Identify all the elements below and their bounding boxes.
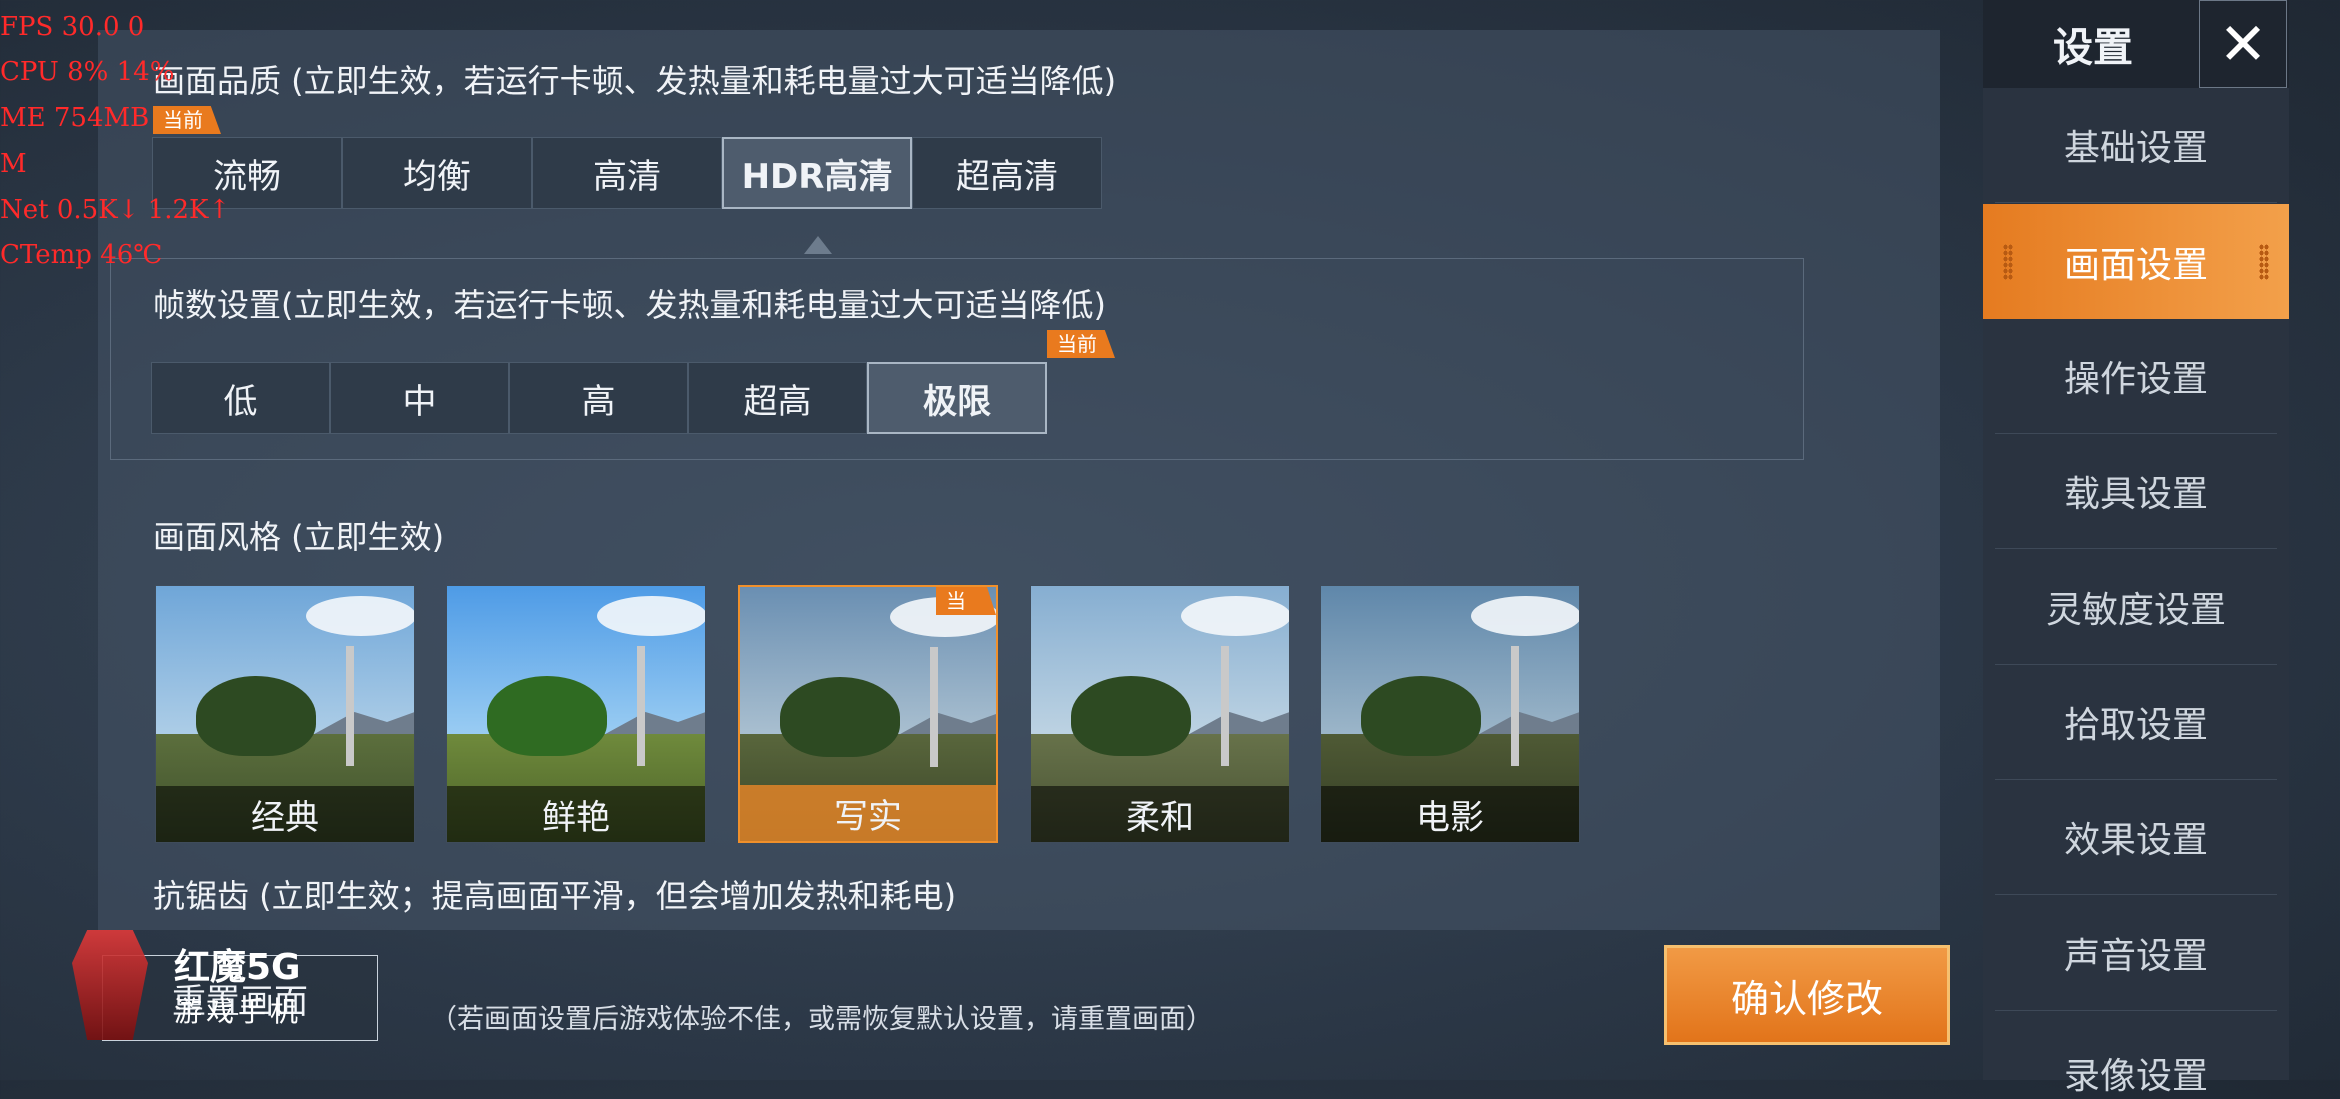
confirm-button[interactable]: 确认修改	[1664, 945, 1950, 1045]
preview-tree	[1361, 676, 1481, 756]
sidebar-item-effects[interactable]: 效果设置	[1995, 780, 2277, 895]
current-badge: 当前	[153, 106, 221, 134]
preview-tree	[196, 676, 316, 756]
style-card-realistic[interactable]: 写实 当前	[738, 585, 998, 843]
style-label: 电影	[1321, 786, 1579, 842]
sidebar-item-vehicle[interactable]: 载具设置	[1995, 434, 2277, 549]
style-card-soft[interactable]: 柔和	[1030, 585, 1290, 843]
preview-cloud	[1471, 596, 1579, 636]
fps-option-medium[interactable]: 中	[330, 362, 509, 434]
style-label: 柔和	[1031, 786, 1289, 842]
preview-tower	[930, 647, 938, 767]
overlay-fps: FPS 30.0 0	[0, 12, 145, 42]
red-magic-logo: 红魔5G 游戏手机	[72, 930, 332, 1050]
quality-option-ultra-hd[interactable]: 超高清	[912, 137, 1102, 209]
sidebar-item-basic[interactable]: 基础设置	[1995, 88, 2277, 203]
fps-option-low[interactable]: 低	[151, 362, 330, 434]
overlay-net: Net 0.5K↓ 1.2K↑	[0, 195, 231, 225]
fps-option-ultra[interactable]: 超高	[688, 362, 867, 434]
preview-tower	[637, 646, 645, 766]
red-magic-logo-icon	[72, 930, 148, 1040]
sidebar-item-sound[interactable]: 声音设置	[1995, 896, 2277, 1011]
preview-tower	[1221, 646, 1229, 766]
reset-hint: （若画面设置后游戏体验不佳，或需恢复默认设置，请重置画面）	[430, 1004, 1213, 1035]
graphics-quality-options: 流畅 均衡 高清 HDR高清 超高清	[152, 137, 1102, 209]
current-badge: 当前	[936, 587, 996, 615]
style-card-cinema[interactable]: 电影	[1320, 585, 1580, 843]
preview-cloud	[306, 596, 414, 636]
overlay-mem-unit: M	[0, 149, 27, 179]
pointer-triangle-icon	[804, 236, 832, 254]
sidebar-item-recording[interactable]: 录像设置	[1995, 1011, 2277, 1097]
preview-tower	[346, 646, 354, 766]
overlay-temp: CTemp 46℃	[0, 240, 163, 270]
quality-option-hdr[interactable]: HDR高清	[722, 137, 912, 209]
overlay-cpu: CPU 8% 14%	[0, 57, 175, 87]
sidebar-title: 设置	[2053, 25, 2133, 71]
sidebar-item-label: 画面设置	[2063, 244, 2208, 286]
quality-option-balanced[interactable]: 均衡	[342, 137, 532, 209]
style-label: 经典	[156, 786, 414, 842]
grip-icon	[2003, 244, 2013, 280]
preview-cloud	[597, 596, 705, 636]
sidebar-item-pickup[interactable]: 拾取设置	[1995, 665, 2277, 780]
logo-brand: 红魔5G	[174, 947, 301, 988]
sidebar-item-controls[interactable]: 操作设置	[1995, 319, 2277, 434]
style-title: 画面风格 (立即生效)	[153, 518, 445, 556]
sidebar-item-graphics[interactable]: 画面设置	[1983, 204, 2289, 319]
close-button[interactable]: ✕	[2199, 0, 2287, 88]
style-card-classic[interactable]: 经典	[155, 585, 415, 843]
frame-rate-title: 帧数设置(立即生效，若运行卡顿、发热量和耗电量过大可适当降低)	[153, 286, 1106, 324]
fps-option-extreme[interactable]: 极限	[867, 362, 1047, 434]
fps-option-high[interactable]: 高	[509, 362, 688, 434]
preview-tree	[1071, 676, 1191, 756]
frame-rate-options: 低 中 高 超高 极限	[151, 362, 1047, 434]
overlay-mem: ME 754MB	[0, 103, 150, 133]
preview-cloud	[1181, 596, 1289, 636]
preview-tower	[1511, 646, 1519, 766]
current-badge: 当前	[1047, 330, 1115, 358]
style-label: 写实	[740, 785, 996, 841]
grip-icon	[2259, 244, 2269, 280]
preview-tree	[487, 676, 607, 756]
close-icon: ✕	[2218, 10, 2268, 78]
style-label: 鲜艳	[447, 786, 705, 842]
logo-subtitle: 游戏手机	[174, 995, 303, 1028]
quality-option-hd[interactable]: 高清	[532, 137, 722, 209]
preview-tree	[780, 677, 900, 757]
style-card-vivid[interactable]: 鲜艳	[446, 585, 706, 843]
graphics-quality-title: 画面品质 (立即生效，若运行卡顿、发热量和耗电量过大可适当降低)	[153, 62, 1117, 100]
anti-aliasing-title: 抗锯齿 (立即生效；提高画面平滑，但会增加发热和耗电)	[153, 877, 957, 915]
sidebar-item-sensitivity[interactable]: 灵敏度设置	[1995, 550, 2277, 665]
